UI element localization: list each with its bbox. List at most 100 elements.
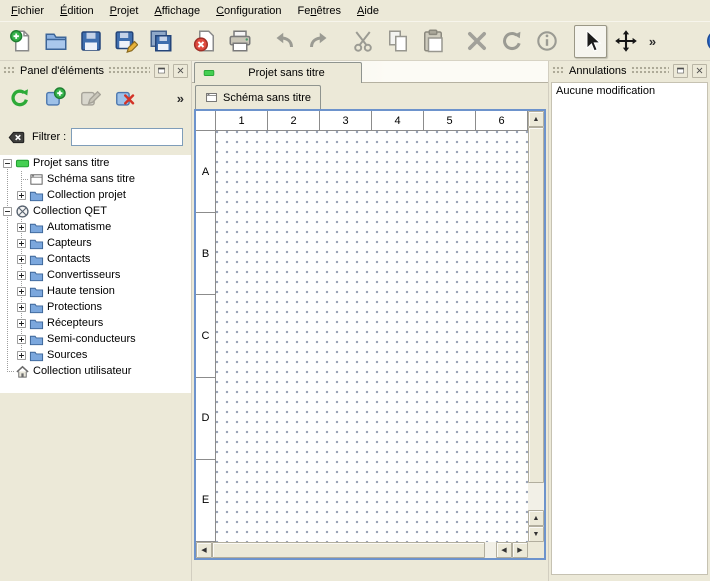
- close-panel-button[interactable]: [173, 64, 188, 78]
- tree-item-label: Automatisme: [47, 221, 111, 233]
- float-panel-button[interactable]: [673, 64, 688, 78]
- column-segment: 3: [320, 111, 372, 130]
- menu-item-fenetres[interactable]: Fenêtres: [290, 2, 349, 20]
- vertical-scroll-thumb[interactable]: [528, 127, 544, 483]
- tree-guide: [14, 171, 28, 187]
- save-all-button[interactable]: [144, 25, 177, 58]
- about-qet-button[interactable]: [701, 25, 710, 58]
- tree-item-protections[interactable]: Protections: [0, 299, 191, 315]
- undo-list-item[interactable]: Aucune modification: [552, 83, 707, 99]
- tree-guide: [0, 363, 14, 379]
- horizontal-scrollbar[interactable]: [196, 542, 528, 558]
- tree-expander[interactable]: [14, 267, 28, 283]
- vertical-scroll-track[interactable]: [528, 127, 544, 510]
- tree-expander[interactable]: [14, 331, 28, 347]
- scroll-up-button[interactable]: [528, 510, 544, 526]
- close-panel-button[interactable]: [692, 64, 707, 78]
- menu-item-aide[interactable]: Aide: [349, 2, 387, 20]
- menu-item-fichier[interactable]: Fichier: [3, 2, 52, 20]
- elements-panel-dock: Panel d'éléments » Filtrer : Projet sans…: [0, 61, 192, 581]
- dock-drag-handle[interactable]: [3, 66, 16, 75]
- panel-toolbar-overflow-button[interactable]: »: [177, 91, 184, 106]
- menu-item-projet[interactable]: Projet: [102, 2, 147, 20]
- visualisation-mode-button[interactable]: [609, 25, 642, 58]
- open-file-button[interactable]: [39, 25, 72, 58]
- tree-item-sources[interactable]: Sources: [0, 347, 191, 363]
- tree-item-label: Collection utilisateur: [33, 365, 131, 377]
- project-window: Schéma sans titre 123456 ABCDE: [192, 83, 548, 581]
- tree-item-projet-sans-titre[interactable]: Projet sans titre: [0, 155, 191, 171]
- tree-guide: [0, 187, 14, 203]
- tree-item-semi-conducteurs[interactable]: Semi-conducteurs: [0, 331, 191, 347]
- scroll-left-button[interactable]: [196, 542, 212, 558]
- menu-item-affichage[interactable]: Affichage: [146, 2, 208, 20]
- qet-emblem-icon: [15, 204, 30, 219]
- reload-collections-button[interactable]: [4, 82, 36, 114]
- tree-item-collection-projet[interactable]: Collection projet: [0, 187, 191, 203]
- close-x-icon: [176, 66, 185, 75]
- dock-drag-handle[interactable]: [108, 66, 150, 75]
- undo-button: [267, 25, 300, 58]
- tab-schema[interactable]: Schéma sans titre: [195, 85, 321, 109]
- close-file-button[interactable]: [188, 25, 221, 58]
- tree-expander[interactable]: [14, 187, 28, 203]
- tree-item-haute-tension[interactable]: Haute tension: [0, 283, 191, 299]
- toolbar-separator: [663, 28, 699, 54]
- print-button[interactable]: [223, 25, 256, 58]
- tree-expander[interactable]: [14, 283, 28, 299]
- selection-mode-button[interactable]: [574, 25, 607, 58]
- scroll-right-button[interactable]: [512, 542, 528, 558]
- horizontal-scroll-thumb[interactable]: [212, 542, 485, 558]
- horizontal-scroll-track[interactable]: [212, 542, 496, 558]
- tree-item-label: Collection projet: [47, 189, 126, 201]
- tree-item-collection-qet[interactable]: Collection QET: [0, 203, 191, 219]
- menu-item-configuration[interactable]: Configuration: [208, 2, 289, 20]
- delete-element-icon: [114, 87, 136, 109]
- row-label: D: [202, 412, 210, 424]
- row-ruler: ABCDE: [196, 131, 216, 542]
- tree-expander[interactable]: [14, 235, 28, 251]
- scroll-up-button[interactable]: [528, 111, 544, 127]
- tree-expander[interactable]: [0, 203, 14, 219]
- delete-element-button[interactable]: [109, 82, 141, 114]
- tree-item-schema-sans-titre[interactable]: Schéma sans titre: [0, 171, 191, 187]
- tree-guide: [0, 315, 14, 331]
- tree-item-collection-utilisateur[interactable]: Collection utilisateur: [0, 363, 191, 379]
- folder-blue-icon: [29, 252, 44, 267]
- save-icon: [79, 29, 103, 53]
- row-segment: C: [196, 295, 215, 377]
- tree-expander[interactable]: [14, 315, 28, 331]
- close-doc-icon: [193, 29, 217, 53]
- delete-cross-icon: [465, 29, 489, 53]
- filter-input[interactable]: [71, 128, 183, 146]
- schema-canvas[interactable]: [216, 131, 528, 542]
- toolbar-overflow-button[interactable]: »: [644, 25, 661, 58]
- save-button[interactable]: [74, 25, 107, 58]
- tree-item-convertisseurs[interactable]: Convertisseurs: [0, 267, 191, 283]
- tree-item-recepteurs[interactable]: Récepteurs: [0, 315, 191, 331]
- tree-expander[interactable]: [14, 219, 28, 235]
- dock-drag-handle[interactable]: [631, 66, 670, 75]
- tree-expander[interactable]: [14, 299, 28, 315]
- new-element-button[interactable]: [39, 82, 71, 114]
- vertical-scrollbar[interactable]: [528, 111, 544, 542]
- copy-icon: [386, 29, 410, 53]
- tree-item-contacts[interactable]: Contacts: [0, 251, 191, 267]
- menu-item-edition[interactable]: Édition: [52, 2, 102, 20]
- tree-item-automatisme[interactable]: Automatisme: [0, 219, 191, 235]
- tree-expander[interactable]: [0, 155, 14, 171]
- column-segment: 2: [268, 111, 320, 130]
- workspace: Panel d'éléments » Filtrer : Projet sans…: [0, 61, 710, 581]
- scroll-down-button[interactable]: [528, 526, 544, 542]
- save-as-button[interactable]: [109, 25, 142, 58]
- float-panel-button[interactable]: [154, 64, 169, 78]
- tree-expander[interactable]: [14, 347, 28, 363]
- new-file-button[interactable]: [4, 25, 37, 58]
- tree-expander[interactable]: [14, 251, 28, 267]
- dock-drag-handle[interactable]: [552, 66, 565, 75]
- tree-guide: [0, 219, 14, 235]
- tree-item-capteurs[interactable]: Capteurs: [0, 235, 191, 251]
- clear-filter-button[interactable]: [5, 126, 27, 148]
- tab-project[interactable]: Projet sans titre: [194, 62, 362, 83]
- scroll-left-button[interactable]: [496, 542, 512, 558]
